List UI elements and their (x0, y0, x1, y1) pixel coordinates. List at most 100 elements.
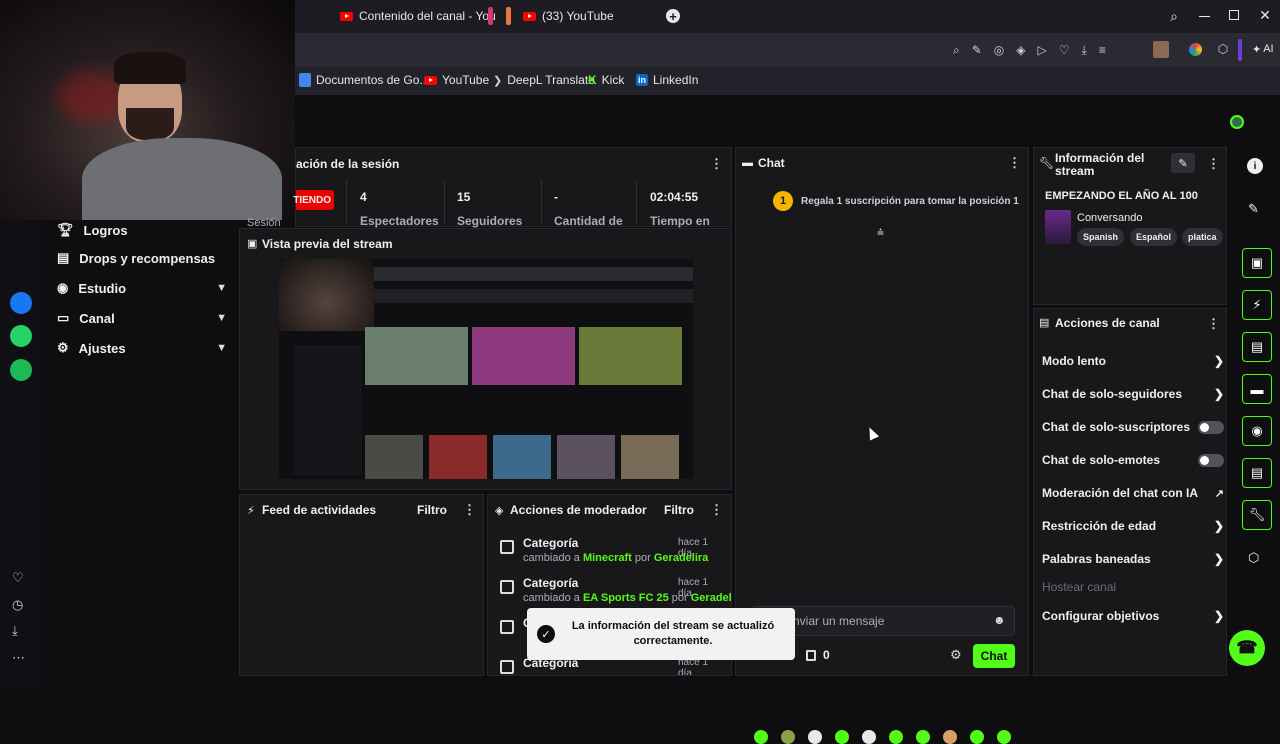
emote-icon[interactable] (754, 730, 768, 744)
history-icon[interactable]: ◷ (12, 597, 23, 613)
nav-item-ajustes[interactable]: ⚙ Ajustes ▼ (57, 338, 227, 358)
emote-icon[interactable] (970, 730, 984, 744)
more-options-icon[interactable]: ⋮ (710, 502, 723, 518)
spotify-icon[interactable] (10, 359, 32, 381)
download-icon[interactable]: ⤓ (12, 623, 18, 639)
user-avatar[interactable] (1230, 115, 1244, 129)
more-options-icon[interactable]: ⋮ (1008, 155, 1021, 171)
bookmark-deepl[interactable]: ❯ DeepL Translate (493, 73, 595, 87)
tag-platica[interactable]: platica (1182, 228, 1223, 246)
gift-sub-text[interactable]: Regala 1 suscripción para tomar la posic… (801, 196, 1019, 207)
rail-button-actions[interactable]: ▤ (1242, 458, 1272, 488)
more-options-icon[interactable]: ⋮ (1207, 156, 1220, 172)
minimize-button[interactable] (1199, 16, 1210, 17)
nav-item-estudio[interactable]: ◉ Estudio ▼ (57, 278, 227, 298)
play-icon[interactable]: ▷ (1038, 43, 1047, 58)
emoji-icon[interactable]: ☻ (993, 613, 1006, 627)
mod-action-user[interactable]: Geradelira (654, 552, 708, 564)
rail-button-bolt[interactable]: ⚡︎ (1242, 290, 1272, 320)
share-icon[interactable]: ⬡ (1248, 550, 1259, 566)
action-configure-goals[interactable]: Configurar objetivos ❯ (1042, 605, 1224, 627)
mod-filter-button[interactable]: Filtro (664, 503, 694, 517)
pinned-dropdown-icon[interactable]: ⩮ (877, 225, 884, 240)
tag-espanol[interactable]: Español (1130, 228, 1178, 246)
pencil-icon[interactable]: ✎ (1248, 201, 1259, 217)
gift-icon[interactable] (806, 650, 816, 661)
bookmark-youtube[interactable]: YouTube (424, 73, 489, 87)
profile-avatar[interactable] (1153, 41, 1169, 58)
action-age-restriction[interactable]: Restricción de edad ❯ (1042, 515, 1224, 537)
tag-spanish[interactable]: Spanish (1077, 228, 1125, 246)
emote-icon[interactable] (997, 730, 1011, 744)
action-banned-words[interactable]: Palabras baneadas ❯ (1042, 548, 1224, 570)
category-thumbnail[interactable] (1045, 210, 1071, 244)
divider (636, 180, 637, 224)
more-options-icon[interactable]: ⋮ (463, 502, 476, 518)
shield-icon[interactable]: ◈ (1016, 43, 1025, 58)
close-window-button[interactable]: ✕ (1257, 7, 1273, 23)
nav-item-drops[interactable]: ▤ Drops y recompensas (57, 248, 227, 268)
more-options-icon[interactable]: ⋮ (710, 156, 723, 172)
whatsapp-icon[interactable] (10, 325, 32, 347)
emote-icon[interactable] (808, 730, 822, 744)
ai-button[interactable]: ✦ AI (1252, 43, 1274, 56)
channel-icon: ▭ (57, 310, 70, 325)
emote-icon[interactable] (781, 730, 795, 744)
edit-stream-button[interactable]: ✎ (1171, 153, 1195, 173)
info-icon[interactable]: i (1247, 158, 1263, 174)
emotes-only-toggle[interactable] (1198, 453, 1224, 467)
heart-icon[interactable]: ♡ (1059, 43, 1070, 58)
menu-icon[interactable]: ≡ (1099, 43, 1106, 58)
action-emotes-only[interactable]: Chat de solo-emotes (1042, 449, 1224, 471)
camera-icon[interactable]: ◎ (994, 43, 1004, 58)
more-icon[interactable]: ⋯ (12, 650, 25, 666)
rail-button-chat[interactable]: ▬ (1242, 374, 1272, 404)
action-subscribers-only[interactable]: Chat de solo-suscriptores (1042, 416, 1224, 438)
mod-action-user[interactable]: Geradelira (691, 592, 731, 604)
edit-icon[interactable]: ✎ (972, 43, 982, 58)
cube-icon[interactable]: ⬡ (1215, 41, 1231, 57)
action-host-channel[interactable]: Hostear canal (1042, 576, 1224, 598)
action-label: Restricción de edad (1042, 519, 1157, 533)
category-name[interactable]: Conversando (1077, 212, 1142, 224)
new-tab-button[interactable]: + (666, 9, 680, 24)
emote-icon[interactable] (943, 730, 957, 744)
shield-icon: ◈ (495, 505, 504, 517)
messenger-icon[interactable] (10, 292, 32, 314)
emote-icon[interactable] (862, 730, 876, 744)
rail-button-wrench[interactable]: 🔧︎ (1242, 500, 1272, 530)
bookmark-kick[interactable]: K Kick (588, 73, 624, 87)
support-chat-button[interactable]: ☎ (1229, 630, 1265, 666)
search-tabs-icon[interactable]: ⌕ (1166, 8, 1182, 24)
bookmark-documentos[interactable]: Documentos de Go... (299, 73, 429, 87)
chat-settings-icon[interactable]: ⚙ (950, 647, 962, 663)
divider (541, 180, 542, 224)
subscribers-only-toggle[interactable] (1198, 420, 1224, 434)
emote-icon[interactable] (889, 730, 903, 744)
zoom-icon[interactable]: ⌕ (953, 43, 960, 58)
nav-item-canal[interactable]: ▭ Canal ▼ (57, 308, 227, 328)
nav-item-logros[interactable]: 🏆︎ Logros (57, 220, 227, 240)
emote-icon[interactable] (835, 730, 849, 744)
feed-filter-button[interactable]: Filtro (417, 503, 447, 517)
more-options-icon[interactable]: ⋮ (1207, 316, 1220, 332)
action-followers-only[interactable]: Chat de solo-seguidores ❯ (1042, 383, 1224, 405)
action-slow-mode[interactable]: Modo lento ❯ (1042, 350, 1224, 372)
send-chat-button[interactable]: Chat (973, 644, 1015, 668)
stream-preview-video[interactable] (279, 259, 693, 479)
emote-icon[interactable] (916, 730, 930, 744)
chat-title: Chat (758, 156, 785, 170)
heart-icon[interactable]: ♡ (12, 570, 24, 586)
rail-button-capture[interactable]: ▣ (1242, 248, 1272, 278)
rail-button-notes[interactable]: ▤ (1242, 332, 1272, 362)
mod-action-category[interactable]: EA Sports FC 25 (583, 592, 669, 604)
download-icon[interactable]: ⤓ (1082, 43, 1087, 58)
maximize-button[interactable] (1229, 10, 1239, 20)
tab-youtube[interactable]: (33) YouTube (523, 4, 614, 28)
bookmark-linkedin[interactable]: in LinkedIn (636, 73, 698, 87)
extension-icon[interactable] (1189, 43, 1202, 56)
mod-action-category[interactable]: Minecraft (583, 552, 632, 564)
rail-button-broadcast[interactable]: ◉ (1242, 416, 1272, 446)
action-ai-moderation[interactable]: Moderación del chat con IA ↗ (1042, 482, 1224, 504)
tab-contenido-del-canal[interactable]: Contenido del canal - You (340, 4, 496, 28)
